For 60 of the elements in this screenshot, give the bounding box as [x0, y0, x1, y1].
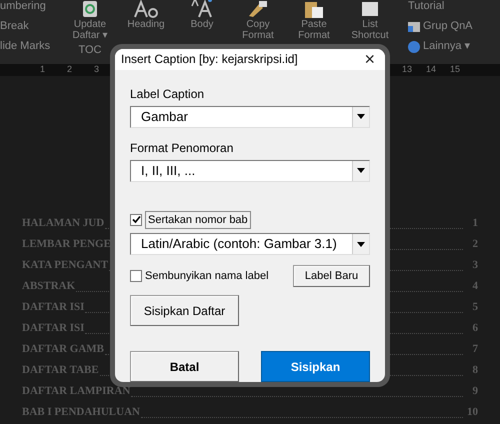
ribbon-item[interactable]: Lainnya ▾ — [423, 40, 471, 53]
ruler-number: 15 — [450, 63, 460, 76]
checkbox-label: Sembunyikan nama label — [145, 268, 269, 284]
page-number: 5 — [472, 300, 478, 314]
insert-list-button[interactable]: Sisipkan Daftar — [130, 295, 239, 326]
dropdown[interactable]: Latin/Arabic (contoh: Gambar 3.1) — [130, 233, 370, 255]
dropdown[interactable]: I, II, III, ... — [130, 160, 370, 182]
ribbon-button[interactable]: List Shortcut — [348, 19, 392, 41]
toc-entry: HALAMAN JUD — [22, 216, 104, 230]
ribbon-button[interactable]: Heading — [124, 19, 168, 30]
page-number: 10 — [466, 404, 478, 420]
checkbox[interactable] — [130, 270, 142, 282]
toc-entry: BAB I PENDAHULUAN — [22, 404, 140, 420]
toc-entry: DAFTAR ISI — [22, 320, 84, 336]
ruler-number: 13 — [402, 63, 412, 76]
toc-entry: DAFTAR GAMB — [22, 342, 104, 356]
toc-entry: LEMBAR PENGE — [22, 236, 111, 252]
field-label: Format Penomoran — [130, 140, 234, 156]
group-label: TOC — [78, 44, 102, 57]
cancel-button[interactable]: Batal — [130, 351, 239, 382]
ribbon-button[interactable]: Body — [180, 19, 224, 30]
ribbon-refresh-icon — [82, 0, 98, 18]
ribbon-item[interactable]: Break — [0, 20, 29, 33]
page-number: 1 — [472, 216, 478, 230]
checkbox-label: Sertakan nomor bab — [145, 210, 251, 229]
ruler-number: 1 — [40, 63, 46, 76]
ribbon-item[interactable]: umbering — [0, 0, 46, 13]
field-label: Label Caption — [130, 86, 206, 102]
page-number: 4 — [472, 278, 478, 294]
page-number: 7 — [472, 342, 478, 356]
ribbon-item[interactable]: Grup QnA — [423, 20, 473, 33]
ribbon-item[interactable]: Tutorial — [408, 0, 444, 13]
ruler-number: 2 — [67, 63, 72, 76]
ribbon-button[interactable]: Copy Format — [236, 19, 280, 41]
toc-entry: DAFTAR LAMPIRAN — [22, 384, 130, 398]
page-number: 8 — [472, 362, 478, 378]
page-number: 3 — [472, 258, 478, 272]
checkbox[interactable] — [130, 214, 142, 226]
dropdown[interactable]: Gambar — [130, 106, 370, 128]
dialog-title: Insert Caption [by: kejarskripsi.id] — [121, 51, 298, 68]
ribbon-font-size-icon — [191, 0, 213, 18]
toc-entry: DAFTAR ISI — [22, 300, 84, 314]
toc-entry: ABSTRAK — [22, 278, 76, 294]
page-number: 2 — [472, 236, 478, 252]
ribbon-item[interactable]: lide Marks — [0, 40, 50, 53]
toc-entry: KATA PENGANT — [22, 258, 108, 272]
ribbon-button[interactable]: Paste Format — [292, 19, 336, 41]
ribbon-brush-icon — [247, 0, 269, 18]
insert-button[interactable]: Sisipkan — [261, 351, 370, 382]
ruler-number: 14 — [426, 63, 436, 76]
toc-entry: DAFTAR TABE — [22, 362, 99, 378]
group-icon — [408, 20, 420, 32]
ribbon-paste-icon — [304, 0, 324, 18]
ruler-number: 3 — [94, 63, 100, 76]
ribbon-font-icon — [133, 0, 159, 18]
new-label-button[interactable]: Label Baru — [293, 265, 370, 287]
ribbon-button[interactable]: Update Daftar ▾ — [68, 19, 112, 41]
page-number: 6 — [472, 320, 478, 336]
page-number: 9 — [472, 384, 478, 398]
close-button[interactable]: × — [360, 50, 379, 68]
